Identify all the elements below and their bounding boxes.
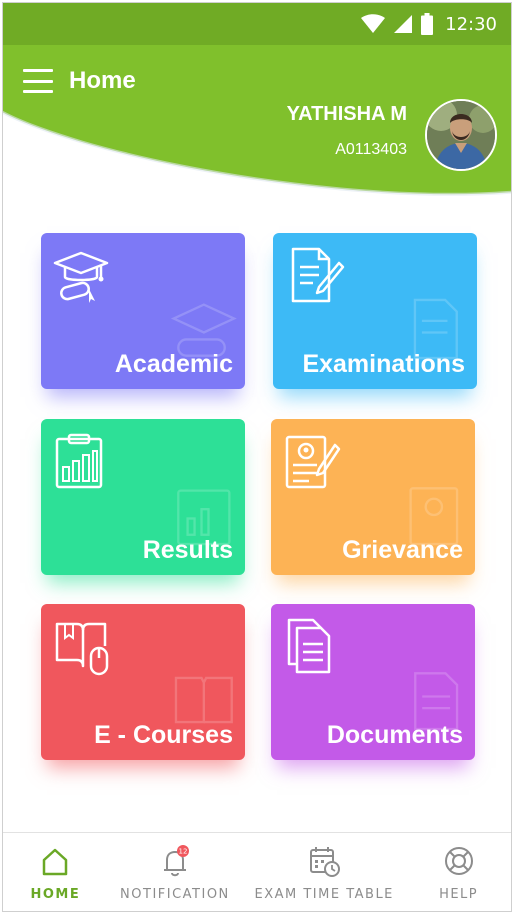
tile-results[interactable]: Results <box>41 419 245 575</box>
nav-exam-time-table[interactable]: EXAM TIME TABLE <box>255 843 394 902</box>
grievance-form-icon <box>285 435 341 489</box>
avatar-photo <box>427 101 495 169</box>
app-bar: Home <box>3 59 511 103</box>
nav-label-notification: NOTIFICATION <box>120 886 230 902</box>
app-screen: 12:30 Home YATHISHA M A0113403 Academic … <box>2 2 512 912</box>
nav-notification[interactable]: 12 NOTIFICATION <box>120 843 230 902</box>
tile-label-e-courses: E - Courses <box>94 721 233 749</box>
bell-icon: 12 <box>163 844 189 876</box>
avatar[interactable] <box>425 99 497 171</box>
documents-icon <box>287 618 331 674</box>
calendar-clock-icon <box>310 846 341 877</box>
tile-grievance[interactable]: Grievance <box>271 419 475 575</box>
user-id: A0113403 <box>335 141 407 158</box>
nav-label-exam-time-table: EXAM TIME TABLE <box>254 886 394 902</box>
battery-icon <box>421 13 434 35</box>
tile-label-results: Results <box>142 536 233 564</box>
nav-label-home: HOME <box>30 886 81 902</box>
page-title: Home <box>69 67 136 94</box>
tile-documents[interactable]: Documents <box>271 604 475 760</box>
book-mouse-icon <box>55 622 109 676</box>
tile-label-documents: Documents <box>326 721 463 749</box>
signal-icon <box>394 15 413 33</box>
menu-icon[interactable] <box>23 69 53 93</box>
results-chart-icon <box>55 433 103 489</box>
graduation-cap-icon <box>53 251 109 303</box>
bottom-nav: HOME 12 NOTIFICATION EXAM TIME TABLE HEL… <box>3 832 511 911</box>
status-time: 12:30 <box>445 13 497 35</box>
status-bar: 12:30 <box>3 3 511 45</box>
tile-academic[interactable]: Academic <box>41 233 245 389</box>
tile-label-academic: Academic <box>114 350 233 378</box>
tile-label-grievance: Grievance <box>342 536 463 564</box>
exam-paper-pen-icon <box>291 247 345 303</box>
nav-home[interactable]: HOME <box>15 843 95 902</box>
wifi-icon <box>361 14 386 33</box>
lifebuoy-icon <box>444 846 473 875</box>
nav-help[interactable]: HELP <box>419 843 499 902</box>
user-name: YATHISHA M <box>286 103 407 125</box>
tile-examinations[interactable]: Examinations <box>273 233 477 389</box>
tile-e-courses[interactable]: E - Courses <box>41 604 245 760</box>
home-icon <box>43 848 68 875</box>
nav-label-help: HELP <box>439 886 479 902</box>
tile-label-examinations: Examinations <box>302 350 465 378</box>
notification-badge-count: 12 <box>178 847 187 855</box>
